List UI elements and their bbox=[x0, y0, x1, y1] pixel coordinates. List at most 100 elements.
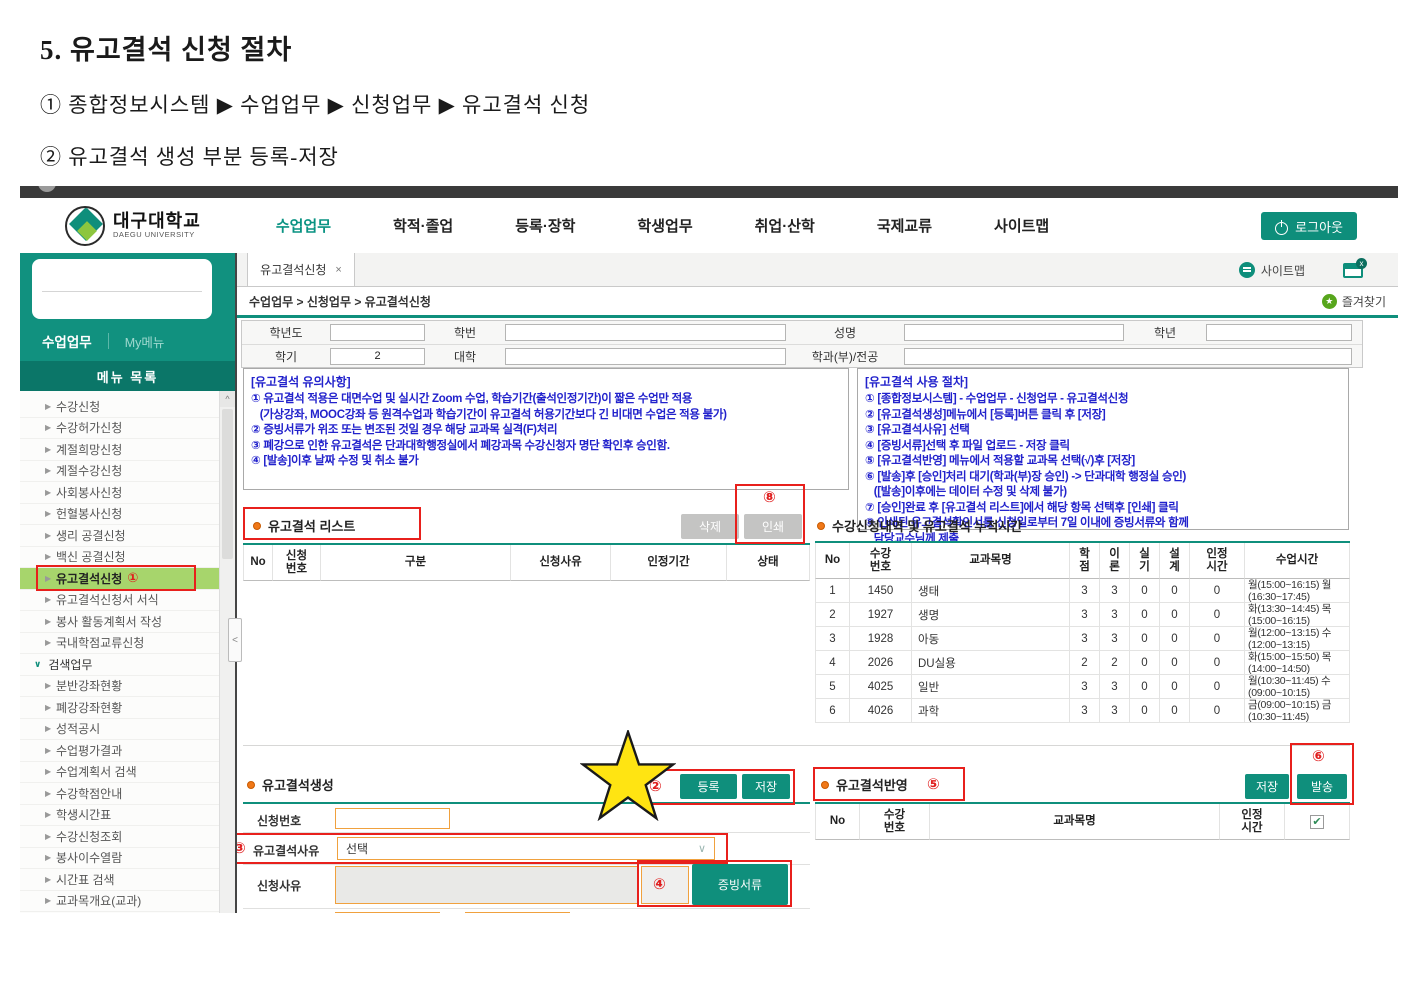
sidebar-item-grade-posting[interactable]: ▶성적공시 bbox=[20, 719, 219, 741]
logout-button[interactable]: 로그아웃 bbox=[1261, 212, 1357, 240]
send-button[interactable]: 발송 bbox=[1297, 774, 1347, 799]
sidebar-item-excused-absence[interactable]: ▶ 유고결석신청 ① bbox=[20, 568, 219, 590]
column-header: 인정 시간 bbox=[1220, 804, 1285, 840]
sidebar-item-volunteer[interactable]: ▶사회봉사신청 bbox=[20, 482, 219, 504]
nav-item-sitemap[interactable]: 사이트맵 bbox=[994, 215, 1049, 236]
sidebar-collapse-handle[interactable]: < bbox=[228, 618, 242, 662]
cell: 3 bbox=[1100, 603, 1130, 627]
breadcrumb-bar: 수업업무 > 신청업무 > 유고결석신청 ★ 즐겨찾기 bbox=[237, 287, 1398, 315]
period-end-input[interactable] bbox=[465, 912, 570, 913]
sidebar-item-course-outline[interactable]: ▶교과목개요(교과) bbox=[20, 891, 219, 913]
sidebar-item-sugang-lookup[interactable]: ▶수강신청조회 bbox=[20, 826, 219, 848]
period-start-input[interactable] bbox=[335, 912, 440, 913]
table-row: 4 2026 DU실용 2 2 0 0 0 화(15:00~15:50) 목(1… bbox=[815, 651, 1350, 675]
cell: 0 bbox=[1190, 651, 1245, 675]
evidence-button[interactable]: 증빙서류 bbox=[692, 864, 788, 905]
nav-item-international[interactable]: 국제교류 bbox=[877, 215, 932, 236]
college-input[interactable] bbox=[505, 348, 786, 365]
cell: 0 bbox=[1160, 603, 1190, 627]
cell: 0 bbox=[1190, 603, 1245, 627]
divider bbox=[237, 315, 1398, 318]
major-input[interactable] bbox=[904, 348, 1352, 365]
triangle-icon: ▶ bbox=[45, 896, 51, 905]
divider bbox=[243, 908, 810, 909]
column-header: 학 점 bbox=[1070, 543, 1100, 579]
orange-bullet-icon bbox=[253, 522, 261, 530]
sidebar-item-syllabus-search[interactable]: ▶수업계획서 검색 bbox=[20, 762, 219, 784]
sidebar-item-sugang-permit[interactable]: ▶수강허가신청 bbox=[20, 418, 219, 440]
course-section-title: 수강신청내역 및 유고결석 누적시간 bbox=[817, 516, 1022, 535]
sidebar-item-season-hope[interactable]: ▶계절희망신청 bbox=[20, 439, 219, 461]
annotation-3: ③ bbox=[235, 839, 246, 857]
sitemap-link[interactable]: 사이트맵 bbox=[1239, 262, 1305, 279]
sidebar-item-timetable-search[interactable]: ▶시간표 검색 bbox=[20, 869, 219, 891]
cell: 4 bbox=[815, 651, 850, 675]
sidebar-item-closed-courses[interactable]: ▶폐강강좌현황 bbox=[20, 697, 219, 719]
sidebar-item-partial[interactable]: ▶취업적성추천 bbox=[20, 912, 219, 913]
semester-input[interactable]: 2 bbox=[330, 348, 425, 365]
sidebar-item-activity-plan[interactable]: ▶봉사 활동계획서 작성 bbox=[20, 611, 219, 633]
sidebar-tab-classwork[interactable]: 수업업무 bbox=[42, 331, 92, 351]
cell: 3 bbox=[1100, 627, 1130, 651]
sidebar-section-search[interactable]: ∨검색업무 bbox=[20, 654, 219, 676]
column-header: 교과목명 bbox=[912, 543, 1070, 579]
apply-no-input[interactable] bbox=[335, 808, 450, 829]
apply-no-label: 신청번호 bbox=[257, 812, 301, 829]
sidebar-item-sugang[interactable]: ▶수강신청 bbox=[20, 396, 219, 418]
tab-close-icon[interactable]: × bbox=[335, 264, 341, 276]
sidebar-item-credit-guide[interactable]: ▶수강학점안내 bbox=[20, 783, 219, 805]
delete-button[interactable]: 삭제 bbox=[681, 514, 739, 539]
name-input[interactable] bbox=[904, 324, 1124, 341]
cell: 3 bbox=[1100, 675, 1130, 699]
scroll-up-arrow[interactable]: ^ bbox=[220, 391, 235, 407]
select-all-checkbox[interactable]: ✔ bbox=[1310, 815, 1324, 829]
nav-item-registration[interactable]: 등록·장학 bbox=[515, 215, 575, 236]
triangle-icon: ▶ bbox=[45, 724, 51, 733]
reason-label: 신청사유 bbox=[257, 877, 301, 894]
reason-textarea[interactable] bbox=[335, 866, 639, 904]
major-label: 학과(부)/전공 bbox=[786, 348, 904, 365]
sidebar-item-menstrual-absence[interactable]: ▶생리 공결신청 bbox=[20, 525, 219, 547]
tab-excused-absence[interactable]: 유고결석신청 × bbox=[247, 253, 355, 286]
star-highlight-icon bbox=[580, 730, 676, 821]
sidebar-item-volunteer-record[interactable]: ▶봉사이수열람 bbox=[20, 848, 219, 870]
popup-window-icon[interactable] bbox=[1343, 263, 1363, 278]
triangle-icon: ▶ bbox=[45, 509, 51, 518]
favorite-link[interactable]: ★ 즐겨찾기 bbox=[1322, 293, 1386, 310]
cell: 0 bbox=[1160, 699, 1190, 723]
triangle-icon: ▶ bbox=[45, 681, 51, 690]
sidebar-item-credit-exchange[interactable]: ▶국내학점교류신청 bbox=[20, 633, 219, 655]
sidebar-item-excused-absence-form[interactable]: ▶유고결석신청서 서식 bbox=[20, 590, 219, 612]
sidebar-item-class-status[interactable]: ▶분반강좌현황 bbox=[20, 676, 219, 698]
grade-input[interactable] bbox=[1206, 324, 1352, 341]
column-header: 이 론 bbox=[1100, 543, 1130, 579]
student-no-input[interactable] bbox=[505, 324, 786, 341]
print-button[interactable]: 인쇄 bbox=[744, 514, 802, 539]
reflect-save-button[interactable]: 저장 bbox=[1245, 774, 1289, 799]
student-info-form: 학년도 학번 성명 학년 학기 2 대학 학과(부)/전공 bbox=[241, 320, 1363, 368]
nav-item-student[interactable]: 학생업무 bbox=[637, 215, 692, 236]
nav-item-career[interactable]: 취업·산학 bbox=[755, 215, 815, 236]
sidebar-item-vaccine-absence[interactable]: ▶백신 공결신청 bbox=[20, 547, 219, 569]
app-window: 대구대학교 DAEGU UNIVERSITY 수업업무 학적·졸업 등록·장학 … bbox=[20, 186, 1398, 913]
sidebar-item-season-sugang[interactable]: ▶계절수강신청 bbox=[20, 461, 219, 483]
chevron-down-icon: ∨ bbox=[34, 659, 41, 670]
scrollbar-thumb[interactable] bbox=[222, 409, 233, 559]
sidebar-item-blood-donation[interactable]: ▶헌혈봉사신청 bbox=[20, 504, 219, 526]
reason-type-select[interactable]: 선택 ∨ bbox=[337, 837, 715, 860]
year-input[interactable] bbox=[330, 324, 425, 341]
table-row: 3 1928 아동 3 3 0 0 0 월(12:00~13:15) 수(12:… bbox=[815, 627, 1350, 651]
sidebar-item-class-eval[interactable]: ▶수업평가결과 bbox=[20, 740, 219, 762]
nav-item-classwork[interactable]: 수업업무 bbox=[276, 215, 331, 236]
column-header: 교과목명 bbox=[930, 804, 1220, 840]
register-button[interactable]: 등록 bbox=[680, 774, 737, 799]
sidebar-item-student-timetable[interactable]: ▶학생시간표 bbox=[20, 805, 219, 827]
reflect-table: No 수강 번호 교과목명 인정 시간 ✔ bbox=[815, 804, 1350, 840]
sidebar-tab-mymenu[interactable]: My메뉴 bbox=[125, 332, 165, 351]
semester-label: 학기 bbox=[242, 348, 330, 365]
cell: 2 bbox=[1100, 651, 1130, 675]
create-save-button[interactable]: 저장 bbox=[742, 774, 790, 799]
cell: 0 bbox=[1190, 627, 1245, 651]
nav-item-records[interactable]: 학적·졸업 bbox=[393, 215, 453, 236]
divider bbox=[243, 802, 810, 804]
